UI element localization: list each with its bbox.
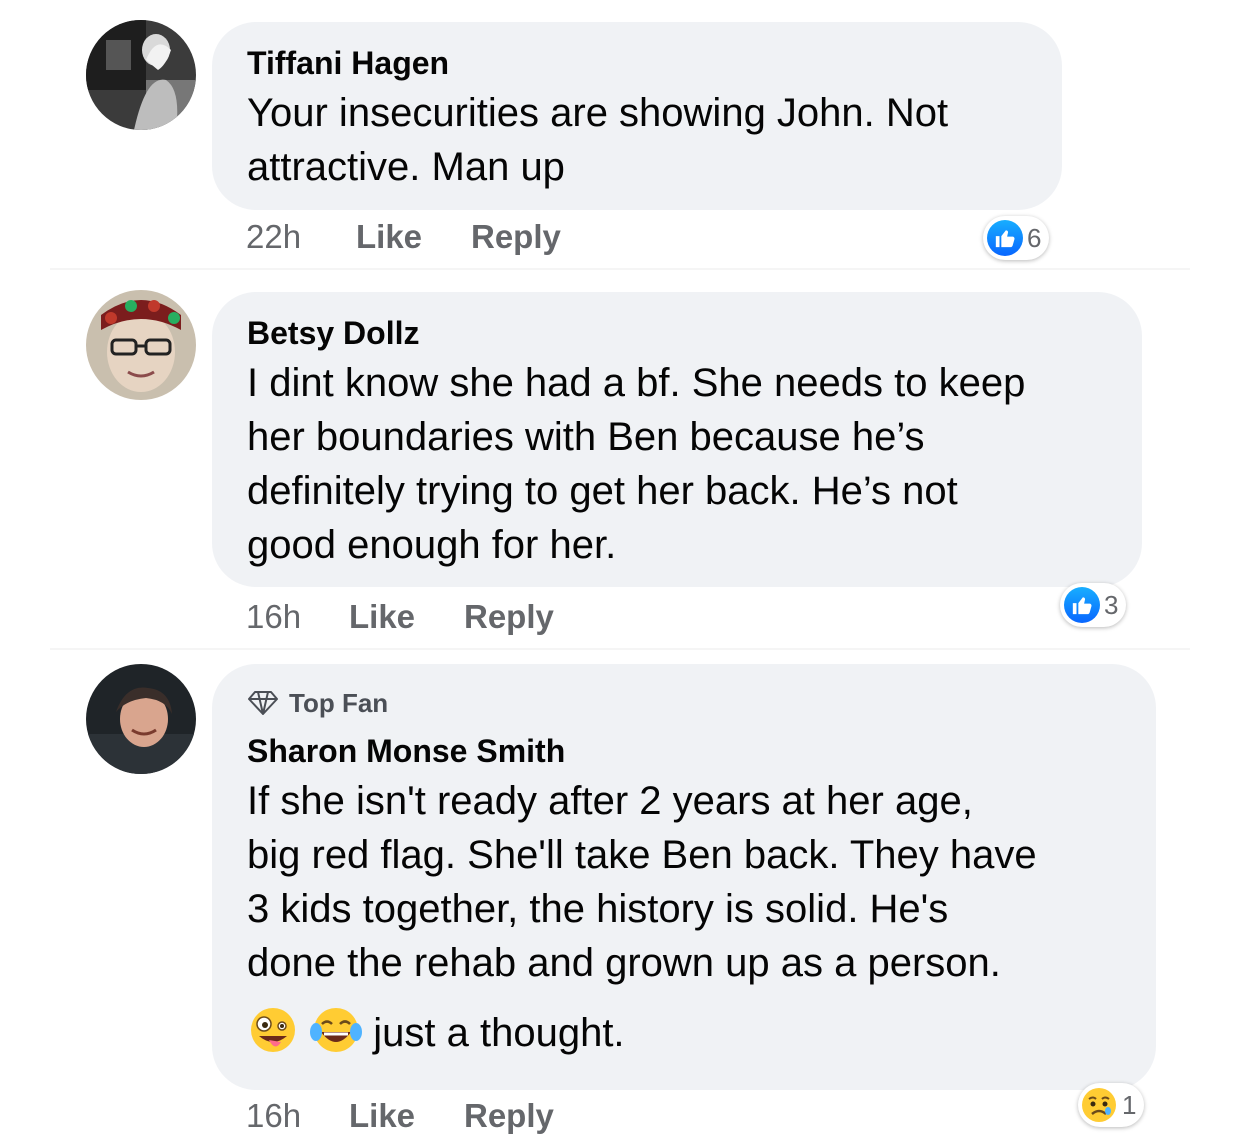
comment-line: If she isn't ready after 2 years at her … [247,779,973,823]
like-button[interactable]: Like [349,598,464,636]
comment-line: attractive. Man up [247,145,565,189]
comment-line: Your insecurities are showing John. Not [247,91,949,135]
comment-line: 3 kids together, the history is solid. H… [247,887,949,931]
avatar[interactable] [86,664,196,774]
comment-line: just a thought. [247,1006,1122,1060]
comment-author[interactable]: Sharon Monse Smith [247,732,1122,770]
comment-line: I dint know she had a bf. She needs to k… [247,361,1026,405]
comment-timestamp[interactable]: 22h [246,218,356,256]
comment-bubble: Top Fan Sharon Monse Smith If she isn't … [212,664,1156,1090]
zany-face-emoji [251,1008,295,1052]
comment-actions: 16h Like Reply [246,598,554,636]
comment-line: definitely trying to get her back. He’s … [247,469,958,513]
comment-author[interactable]: Tiffani Hagen [247,44,1028,82]
comment-line: big red flag. She'll take Ben back. They… [247,833,1037,877]
like-icon [987,220,1023,256]
comment-text: I dint know she had a bf. She needs to k… [247,356,1108,572]
sad-icon [1080,1086,1118,1124]
reply-button[interactable]: Reply [464,598,554,636]
comment-bubble: Tiffani Hagen Your insecurities are show… [212,22,1062,210]
reaction-count: 6 [1027,222,1042,253]
comment-text: Your insecurities are showing John. Not … [247,86,1028,194]
comment-actions: 16h Like Reply [246,1097,554,1135]
comment-line: good enough for her. [247,523,617,567]
comment-line: her boundaries with Ben because he’s [247,415,925,459]
comment-text: If she isn't ready after 2 years at her … [247,774,1122,1060]
divider [50,268,1190,270]
comment-line-text: just a thought. [373,1011,625,1055]
reply-button[interactable]: Reply [471,218,561,256]
divider [50,648,1190,650]
like-icon [1064,587,1100,623]
avatar[interactable] [86,290,196,400]
reaction-count: 3 [1104,589,1119,620]
like-button[interactable]: Like [349,1097,464,1135]
diamond-icon [248,691,278,715]
comment-author[interactable]: Betsy Dollz [247,314,1108,352]
reaction-count: 1 [1122,1089,1137,1120]
top-fan-label: Top Fan [289,688,389,718]
reply-button[interactable]: Reply [464,1097,554,1135]
comment-actions: 22h Like Reply [246,218,561,256]
reaction-summary[interactable]: 6 [983,216,1050,260]
reaction-summary[interactable]: 1 [1078,1083,1145,1127]
comment-bubble: Betsy Dollz I dint know she had a bf. Sh… [212,292,1142,587]
avatar[interactable] [86,20,196,130]
like-button[interactable]: Like [356,218,471,256]
reaction-summary[interactable]: 3 [1060,583,1127,627]
comment-timestamp[interactable]: 16h [246,598,349,636]
tears-of-joy-emoji [310,1008,363,1052]
comment-line: done the rehab and grown up as a person. [247,941,1001,985]
comment-timestamp[interactable]: 16h [246,1097,349,1135]
top-fan-badge: Top Fan [247,686,1122,720]
